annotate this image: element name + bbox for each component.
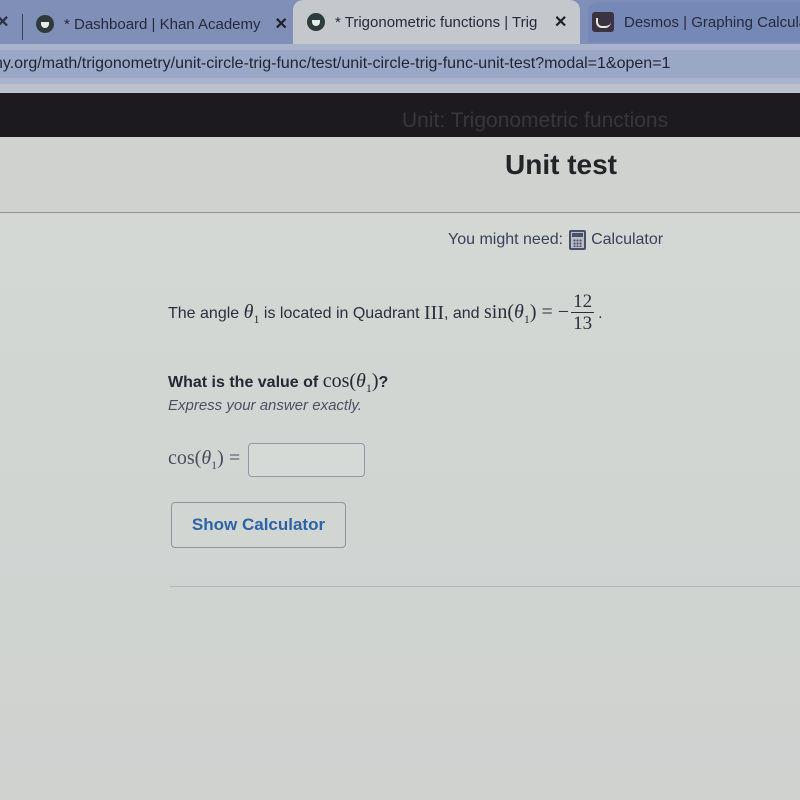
calculator-icon[interactable] xyxy=(569,230,587,250)
equals-sign: = xyxy=(223,447,241,469)
fraction-denominator: 13 xyxy=(573,313,593,334)
quadrant-numeral: III xyxy=(424,302,444,324)
theta-symbol: θ xyxy=(243,300,254,323)
theta-subscript: 1 xyxy=(211,458,218,472)
tab-desmos[interactable]: Desmos | Graphing Calcula xyxy=(588,2,800,42)
page-title: Unit test xyxy=(505,149,617,180)
you-might-need: You might need: Calculator xyxy=(448,230,663,250)
show-calculator-button[interactable]: Show Calculator xyxy=(171,502,346,548)
tab-title: Desmos | Graphing Calcula xyxy=(624,13,800,31)
theta-symbol: θ xyxy=(514,300,524,323)
theta-subscript: 1 xyxy=(523,311,530,326)
tab-title: * Trigonometric functions | Trig xyxy=(335,13,538,31)
close-icon[interactable]: ✕ xyxy=(554,12,567,32)
question-statement: The angle θ1 is located in Quadrant III … xyxy=(168,292,603,335)
question-text: is located in Quadrant xyxy=(259,304,424,322)
sin-expression: sin(θ1) = − xyxy=(484,300,570,326)
equals-minus: = − xyxy=(536,300,570,323)
period: . xyxy=(598,304,603,322)
theta-variable: θ1 xyxy=(244,301,260,327)
answer-label: cos(θ1) = xyxy=(168,447,241,472)
url-text: ny.org/math/trigonometry/unit-circle-tri… xyxy=(0,55,671,72)
unit-name[interactable]: Unit: Trigonometric functions xyxy=(402,109,668,133)
toolbar-bottom-edge xyxy=(0,84,800,93)
tab-title: * Dashboard | Khan Academy xyxy=(64,15,261,33)
cos-function: cos xyxy=(322,370,350,392)
desmos-icon xyxy=(592,12,614,32)
question-content: You might need: Calculator The angle θ1 … xyxy=(0,214,800,800)
khan-academy-icon xyxy=(36,15,54,33)
prompt-text: What is the value of xyxy=(168,374,323,391)
url-field[interactable]: ny.org/math/trigonometry/unit-circle-tri… xyxy=(0,50,800,78)
tab-trigonometric-functions[interactable]: * Trigonometric functions | Trig ✕ xyxy=(293,0,580,44)
browser-tab-strip: ✕ * Dashboard | Khan Academy ✕ * Trigono… xyxy=(0,0,800,44)
fraction: 12 13 xyxy=(571,291,595,335)
khan-academy-icon xyxy=(307,13,325,31)
cos-function: cos xyxy=(168,447,195,469)
question-prompt: What is the value of cos(θ1) ? xyxy=(168,370,388,396)
site-header-band: Unit: Trigonometric functions xyxy=(0,93,800,137)
theta-subscript: 1 xyxy=(365,381,372,395)
answer-row: cos(θ1) = xyxy=(168,443,366,477)
content-divider xyxy=(170,586,800,587)
previous-tab-close-icon[interactable]: ✕ xyxy=(0,12,9,32)
close-icon[interactable]: ✕ xyxy=(275,14,288,34)
cos-expression: cos(θ1) xyxy=(322,370,379,395)
you-might-need-label: You might need: xyxy=(448,231,564,248)
sin-function: sin xyxy=(484,300,508,323)
theta-symbol: θ xyxy=(356,370,366,392)
answer-input[interactable] xyxy=(248,443,366,477)
answer-hint: Express your answer exactly. xyxy=(168,397,362,414)
fraction-numerator: 12 xyxy=(571,291,595,313)
tab-dashboard[interactable]: * Dashboard | Khan Academy ✕ xyxy=(36,4,288,44)
question-mark: ? xyxy=(378,374,389,391)
title-area: Unit test xyxy=(0,137,800,213)
calculator-link[interactable]: Calculator xyxy=(591,231,663,249)
theta-symbol: θ xyxy=(201,447,212,469)
address-bar: ny.org/math/trigonometry/unit-circle-tri… xyxy=(0,44,800,84)
question-text: The angle xyxy=(168,304,240,322)
tab-separator xyxy=(22,14,23,40)
question-text: , and xyxy=(443,304,485,322)
